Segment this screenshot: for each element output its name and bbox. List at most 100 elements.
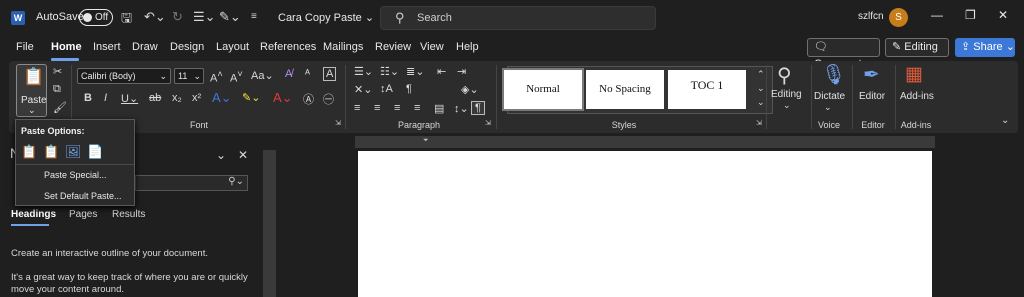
bullets-quick-icon[interactable]: ☰⌄: [193, 9, 216, 25]
grow-font-icon[interactable]: A˄: [210, 69, 223, 85]
cut-icon[interactable]: ✂: [53, 65, 62, 78]
editing-mode-button[interactable]: ✎ Editing ⌄: [885, 38, 949, 70]
numbering-icon[interactable]: ☷⌄: [380, 65, 399, 78]
shading-icon[interactable]: Ⓐ: [303, 91, 314, 107]
customize-qat-icon[interactable]: ≡: [251, 11, 257, 22]
paste-button[interactable]: 📋 Paste ⌄: [16, 64, 47, 117]
italic-icon[interactable]: I: [104, 92, 107, 104]
styles-scroll-down-icon[interactable]: ⌄: [757, 83, 765, 94]
align-left-icon[interactable]: ≡: [354, 102, 360, 114]
bullets-icon[interactable]: ☰⌄: [354, 65, 373, 78]
styles-dialog-launcher-icon[interactable]: ⇲: [756, 119, 762, 127]
set-default-paste-item[interactable]: Set Default Paste...: [44, 191, 122, 201]
restore-icon[interactable]: ❐: [965, 8, 976, 22]
tab-file[interactable]: File: [16, 41, 34, 53]
style-toc-1[interactable]: TOC 1: [668, 70, 746, 109]
minimize-icon[interactable]: —: [931, 8, 943, 22]
paste-special-item[interactable]: Paste Special...: [44, 170, 107, 180]
show-hide-marks-icon[interactable]: ¶: [406, 83, 412, 95]
avatar[interactable]: S: [889, 8, 908, 27]
clear-formatting-icon[interactable]: A̸: [285, 68, 292, 80]
font-name-combo[interactable]: Calibri (Body) ⌄: [77, 68, 171, 84]
addins-grid-icon[interactable]: ▦: [905, 63, 923, 86]
collapse-ribbon-icon[interactable]: ⌄: [1001, 115, 1009, 126]
microphone-icon[interactable]: 🎙: [821, 62, 846, 87]
shrink-font-icon[interactable]: A˅: [230, 69, 243, 85]
editor-button[interactable]: Editor: [859, 91, 885, 102]
paragraph-dialog-launcher-icon[interactable]: ⇲: [485, 119, 491, 127]
user-name[interactable]: szlfcn: [858, 11, 884, 22]
dictate-button[interactable]: Dictate: [814, 91, 845, 102]
styles-expand-icon[interactable]: ⌄: [757, 97, 765, 108]
addins-button[interactable]: Add-ins: [900, 91, 934, 102]
tab-results[interactable]: Results: [112, 209, 145, 220]
strikethrough-icon[interactable]: ab: [149, 92, 161, 104]
tab-headings[interactable]: Headings: [11, 209, 56, 220]
line-spacing-icon[interactable]: ↕⌄: [454, 102, 469, 115]
paragraph-mark-icon[interactable]: ¶: [471, 101, 485, 115]
tab-layout[interactable]: Layout: [216, 41, 249, 53]
nav-close-icon[interactable]: ✕: [238, 148, 248, 162]
shading-para-icon[interactable]: ◈⌄: [461, 83, 479, 96]
comments-button[interactable]: 🗨 Comments: [807, 38, 880, 70]
tab-references[interactable]: References: [260, 41, 316, 53]
character-border-icon[interactable]: A: [323, 67, 337, 81]
font-size-combo[interactable]: 11 ⌄: [174, 68, 204, 84]
change-case-icon[interactable]: Aa⌄: [251, 69, 274, 82]
search-box[interactable]: ⚲ Search: [380, 6, 656, 30]
picture-paste-icon[interactable]: 🖼: [65, 144, 82, 160]
undo-icon[interactable]: ↶⌄: [144, 9, 166, 25]
underline-icon[interactable]: U⌄: [121, 92, 138, 105]
styles-scroll-up-icon[interactable]: ⌃: [757, 69, 765, 80]
redo-icon[interactable]: ↻: [172, 9, 183, 25]
vertical-ruler[interactable]: [263, 150, 276, 297]
chinese-layout-icon[interactable]: ✕⌄: [354, 83, 372, 96]
decrease-indent-icon[interactable]: ⇤: [437, 65, 446, 78]
bold-icon[interactable]: B: [84, 92, 92, 104]
horizontal-ruler[interactable]: ⏷: [355, 136, 935, 148]
tab-pages[interactable]: Pages: [69, 209, 97, 220]
keep-source-formatting-icon[interactable]: 📋: [21, 144, 37, 160]
increase-indent-icon[interactable]: ⇥: [457, 65, 466, 78]
document-page[interactable]: [358, 151, 932, 297]
document-title[interactable]: Cara Copy Paste ⌄: [278, 11, 374, 24]
nav-search-input[interactable]: ⚲⌄: [135, 175, 248, 191]
superscript-icon[interactable]: x²: [192, 92, 201, 104]
distributed-icon[interactable]: ▤: [434, 102, 444, 115]
autosave-toggle[interactable]: Off: [79, 9, 113, 26]
sort-icon[interactable]: ↕A: [380, 83, 393, 95]
draw-pen-icon[interactable]: ✎⌄: [219, 9, 241, 25]
font-dialog-launcher-icon[interactable]: ⇲: [335, 119, 341, 127]
save-icon[interactable]: 🖫: [121, 9, 132, 31]
ruler-marker[interactable]: ⏷: [423, 137, 429, 145]
align-right-icon[interactable]: ≡: [394, 102, 400, 114]
tab-review[interactable]: Review: [375, 41, 411, 53]
find-icon[interactable]: ⚲: [777, 63, 792, 88]
style-normal[interactable]: Normal: [502, 68, 584, 111]
editing-button[interactable]: Editing: [771, 89, 802, 100]
align-center-icon[interactable]: ≡: [374, 102, 380, 114]
font-color-icon[interactable]: A⌄: [273, 90, 293, 106]
tab-help[interactable]: Help: [456, 41, 479, 53]
tab-draw[interactable]: Draw: [132, 41, 158, 53]
justify-icon[interactable]: ≡: [414, 102, 420, 114]
multilevel-list-icon[interactable]: ≣⌄: [406, 65, 424, 78]
share-button[interactable]: ⇪ Share ⌄: [955, 38, 1015, 57]
tab-design[interactable]: Design: [170, 41, 204, 53]
highlight-color-icon[interactable]: ✎⌄: [242, 91, 260, 104]
editor-pen-icon[interactable]: ✒: [863, 62, 880, 87]
keep-text-only-icon[interactable]: 📄: [87, 144, 103, 160]
style-no-spacing[interactable]: No Spacing: [586, 70, 664, 109]
tab-view[interactable]: View: [420, 41, 444, 53]
nav-options-icon[interactable]: ⌄: [216, 148, 226, 162]
subscript-icon[interactable]: x₂: [172, 92, 182, 104]
enclose-characters-icon[interactable]: ㊀: [323, 91, 334, 107]
phonetic-guide-icon[interactable]: ᴬ: [305, 68, 310, 80]
merge-formatting-icon[interactable]: 📋: [43, 144, 59, 160]
copy-icon[interactable]: ⧉: [53, 83, 61, 96]
format-painter-icon[interactable]: 🖌: [53, 101, 67, 114]
text-effects-icon[interactable]: A⌄: [212, 90, 232, 106]
tab-insert[interactable]: Insert: [93, 41, 121, 53]
close-window-icon[interactable]: ✕: [998, 8, 1008, 22]
tab-mailings[interactable]: Mailings: [323, 41, 363, 53]
